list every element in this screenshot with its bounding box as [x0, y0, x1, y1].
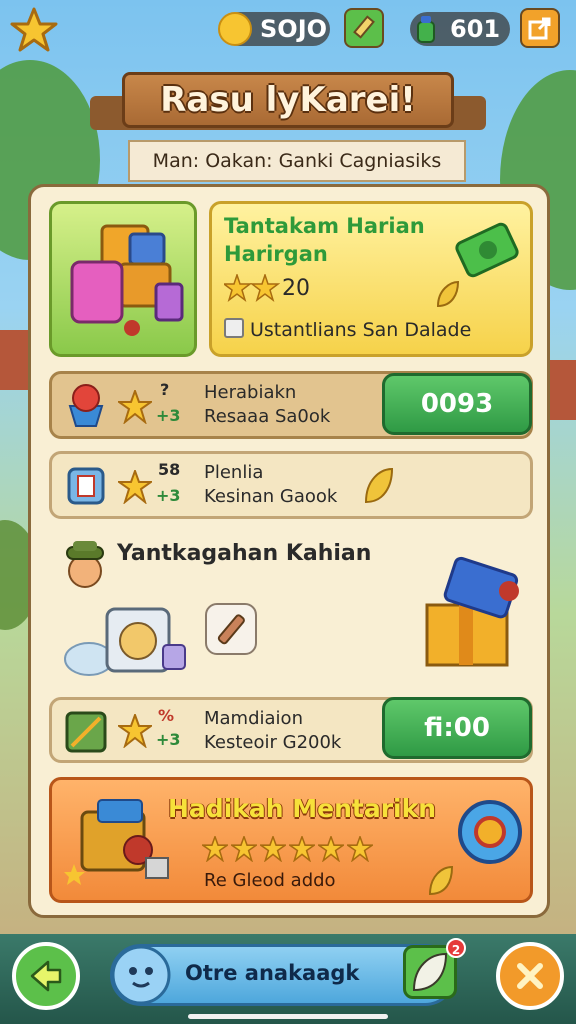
- star-icon: [258, 834, 288, 863]
- pencil-icon: [353, 15, 375, 39]
- luggage-stack-icon: [70, 224, 184, 336]
- reward-2-line1: Plenlia: [204, 462, 264, 483]
- cupcake-icon: [68, 384, 104, 427]
- bonus-title: Hadikah Mentarikn: [168, 794, 437, 823]
- favorites-button[interactable]: [10, 6, 58, 54]
- edit-button[interactable]: [344, 8, 384, 48]
- reward-2-line2: Kesinan Gaook: [204, 486, 338, 507]
- reward-3-line1: Mamdiaion: [204, 708, 303, 729]
- star-icon: [287, 834, 317, 863]
- wrench-icon: [217, 614, 245, 645]
- star-icon: [118, 714, 152, 748]
- gem-counter: 601: [410, 12, 510, 46]
- leaf-action-button[interactable]: 2: [403, 938, 466, 999]
- star-icon: [118, 390, 152, 424]
- washing-machine-icon: [64, 607, 186, 676]
- star-icon: [316, 834, 346, 863]
- page-subtitle: Man: Oakan: Ganki Cagniasiks: [128, 140, 466, 182]
- featured-title-2: Harirgan: [224, 242, 328, 266]
- farmer-avatar-icon: [66, 541, 104, 588]
- reward-1-stat-bottom: +3: [156, 406, 181, 425]
- claim-button-1[interactable]: 0093: [382, 373, 532, 435]
- coin-amount: SOJO: [260, 15, 328, 43]
- reward-2-stat-bottom: +3: [156, 486, 181, 505]
- star-icon: [118, 470, 152, 504]
- close-button[interactable]: [496, 942, 564, 1010]
- reward-3-stat-bottom: +3: [156, 730, 181, 749]
- leaf-icon: [364, 467, 394, 504]
- stars-icon: [224, 274, 280, 302]
- arrow-left-icon: [30, 960, 62, 992]
- reward-2-stat-top: 58: [158, 460, 181, 479]
- claim-button-3[interactable]: fi:00: [382, 697, 532, 759]
- orb-icon: [458, 800, 522, 864]
- reward-row-1[interactable]: ? +3 Herabiakn Resaaa Sa0ok 0093: [49, 371, 533, 439]
- share-icon: [528, 17, 551, 40]
- leaf-icon: [412, 952, 448, 992]
- center-action-bar[interactable]: Otre anakaagk 2: [110, 938, 466, 1006]
- reward-1-line1: Herabiakn: [204, 382, 297, 403]
- star-icon: [345, 834, 375, 863]
- bonus-footer: Re Gleod addo: [204, 870, 336, 891]
- bonus-card[interactable]: Hadikah Mentarikn Re Gleod addo: [49, 777, 533, 903]
- leaf-icon: [436, 280, 460, 308]
- reward-1-line2: Resaaa Sa0ok: [204, 406, 331, 427]
- center-label: Otre anakaagk: [185, 961, 360, 985]
- home-indicator: [188, 1014, 388, 1019]
- treasure-pile-icon: [64, 799, 169, 885]
- back-button[interactable]: [12, 942, 80, 1010]
- close-icon: [517, 963, 543, 989]
- reward-row-3[interactable]: % +3 Mamdiaion Kesteoir G200k fi:00: [49, 697, 533, 763]
- featured-image-card[interactable]: [49, 201, 197, 357]
- map-icon: [65, 711, 107, 753]
- featured-option[interactable]: Ustantlians San Dalade: [224, 318, 471, 341]
- star-icon: [229, 834, 259, 863]
- main-panel: Tantakam Harian Harirgan 20 Ustantlians …: [28, 184, 550, 918]
- checkbox[interactable]: [224, 318, 244, 338]
- cash-icon: [455, 222, 519, 278]
- reward-1-stat-top: ?: [160, 380, 170, 399]
- top-bar: SOJO 601: [0, 0, 576, 60]
- star-icon: [200, 834, 230, 863]
- page-title: Rasu lyKarei!: [122, 72, 454, 128]
- featured-star-value: 20: [282, 276, 310, 301]
- featured-option-label: Ustantlians San Dalade: [250, 319, 472, 341]
- notification-badge: 2: [446, 938, 466, 958]
- gem-amount: 601: [450, 15, 501, 43]
- mascot-icon: [111, 945, 171, 1005]
- featured-title-1: Tantakam Harian: [224, 214, 425, 238]
- title-banner: Rasu lyKarei!: [90, 68, 486, 138]
- tool-slot[interactable]: [205, 603, 257, 655]
- middle-title: Yantkagahan Kahian: [117, 541, 372, 566]
- reward-3-stat-top: %: [158, 706, 175, 725]
- bonus-star-rating: [200, 834, 376, 864]
- star-icon: [10, 7, 58, 52]
- share-button[interactable]: [520, 8, 560, 48]
- coin-icon: [218, 12, 252, 46]
- reward-3-line2: Kesteoir G200k: [204, 732, 342, 753]
- phone-icon: [67, 467, 105, 505]
- featured-offer-card[interactable]: Tantakam Harian Harirgan 20 Ustantlians …: [209, 201, 533, 357]
- coin-counter: SOJO: [218, 12, 330, 46]
- gift-box-icon: [425, 556, 519, 667]
- reward-row-2[interactable]: 58 +3 Plenlia Kesinan Gaook: [49, 451, 533, 519]
- bottle-icon: [417, 16, 435, 43]
